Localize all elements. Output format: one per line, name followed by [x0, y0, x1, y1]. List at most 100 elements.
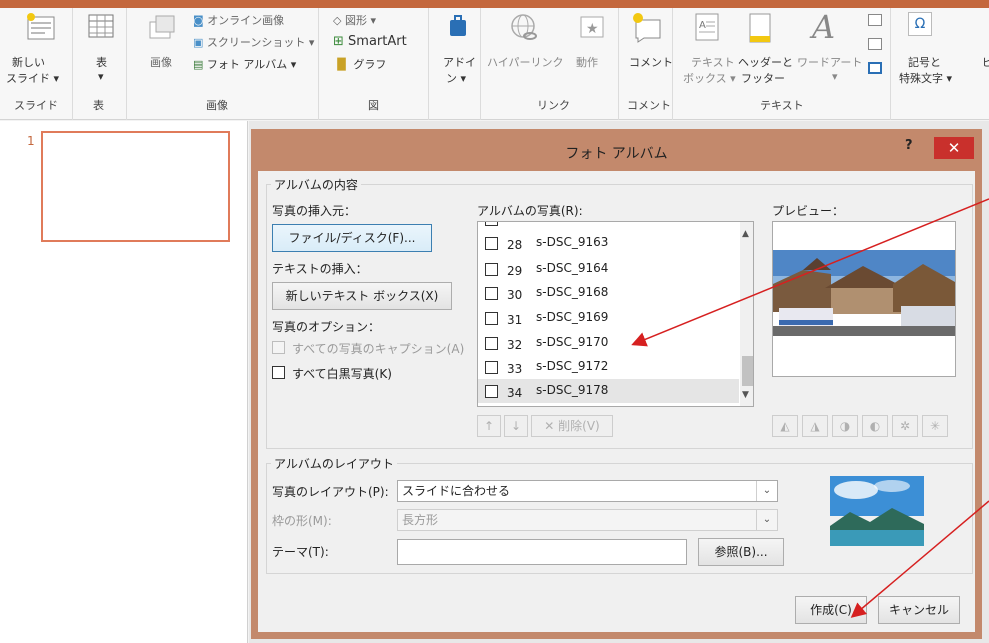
- list-item[interactable]: 30 s-DSC_9168: [478, 281, 739, 305]
- symbols-label-2: 特殊文字 ▾: [899, 72, 953, 85]
- scrollbar-thumb[interactable]: [742, 356, 753, 386]
- slide-thumbnail-1[interactable]: [41, 131, 230, 242]
- header-footer-label-1: ヘッダーと: [738, 56, 793, 69]
- help-button[interactable]: ?: [905, 138, 913, 153]
- photo-name: s-DSC_9170: [536, 335, 609, 349]
- group-label-slides: スライド: [14, 99, 58, 112]
- slide-number-icon[interactable]: [868, 38, 882, 50]
- screenshot-button[interactable]: ▣ スクリーンショット ▾: [193, 34, 314, 50]
- shapes-button[interactable]: ◇ 図形 ▾: [333, 12, 376, 28]
- brightness-down-button[interactable]: ✳: [922, 415, 948, 437]
- list-item[interactable]: 28 s-DSC_9163: [478, 231, 739, 255]
- photo-name: s-DSC_9169: [536, 310, 609, 324]
- theme-input[interactable]: [397, 539, 687, 565]
- dialog-body: アルバムの内容 写真の挿入元： ファイル/ディスク(F)... テキストの挿入：…: [258, 171, 975, 632]
- group-label-text: テキスト: [760, 99, 804, 112]
- album-photo-list[interactable]: 28 s-DSC_9163 29 s-DSC_9164 30 s-DSC_9168 3…: [477, 221, 754, 407]
- cut-off-label: ビ: [982, 56, 989, 69]
- scroll-down-icon[interactable]: ▼: [742, 390, 749, 400]
- file-disk-button[interactable]: ファイル/ディスク(F)...: [272, 224, 432, 252]
- black-white-checkbox[interactable]: [272, 366, 285, 379]
- pictures-in-album-label: アルバムの写真(R):: [477, 204, 583, 218]
- photo-checkbox[interactable]: [485, 385, 498, 398]
- screenshot-label: スクリーンショット ▾: [206, 36, 315, 49]
- photo-name: s-DSC_9163: [536, 235, 609, 249]
- preview-label: プレビュー：: [772, 204, 845, 218]
- addins-store-icon: [450, 15, 466, 36]
- ribbon: 新しい スライド ▾ 表 ▾ 画像 ◙ オンライン画像 ▣ スクリーンショット …: [0, 0, 989, 120]
- shapes-icon: ◇: [333, 14, 342, 27]
- action-star-icon: ★: [580, 16, 604, 38]
- captions-label: すべての写真のキャプション(A): [292, 342, 465, 356]
- list-item[interactable]: 29 s-DSC_9164: [478, 257, 739, 281]
- wordart-label-2: ▾: [832, 70, 838, 83]
- browse-button[interactable]: 参照(B)...: [698, 538, 784, 566]
- contrast-up-button[interactable]: ◑: [832, 415, 858, 437]
- photo-number: 30: [507, 288, 523, 302]
- photo-number: 34: [507, 386, 523, 400]
- album-content-legend: アルバムの内容: [271, 176, 361, 193]
- date-time-icon[interactable]: [868, 14, 882, 26]
- header-footer-icon: [749, 13, 771, 43]
- captions-checkbox[interactable]: [272, 341, 285, 354]
- scroll-up-icon[interactable]: ▲: [742, 229, 749, 239]
- remove-button[interactable]: ✕ 削除(V): [531, 415, 613, 437]
- insert-text-label: テキストの挿入：: [272, 262, 368, 276]
- new-textbox-button[interactable]: 新しいテキスト ボックス(X): [272, 282, 452, 310]
- photo-album-icon: ▤: [193, 58, 204, 71]
- station-photo-image: [773, 222, 955, 376]
- list-item-partial: [478, 222, 739, 231]
- move-down-button[interactable]: ↓: [504, 415, 528, 437]
- photo-checkbox[interactable]: [485, 237, 498, 250]
- action-label: 動作: [576, 56, 598, 69]
- picture-layout-select[interactable]: スライドに合わせる ⌄: [397, 480, 778, 502]
- graph-button[interactable]: ▐▌ グラフ: [333, 56, 386, 72]
- new-slide-label-2: スライド ▾: [6, 72, 60, 85]
- list-item[interactable]: 33 s-DSC_9172: [478, 355, 739, 379]
- group-label-links: リンク: [537, 99, 570, 112]
- photo-checkbox[interactable]: [485, 312, 498, 325]
- smartart-icon: ⊞: [333, 34, 344, 49]
- smartart-label: SmartArt: [348, 34, 407, 49]
- screenshot-icon: ▣: [193, 36, 204, 49]
- cancel-button[interactable]: キャンセル: [878, 596, 960, 624]
- brightness-up-button[interactable]: ✲: [892, 415, 918, 437]
- photo-checkbox[interactable]: [485, 263, 498, 276]
- layout-preview-image: [830, 476, 924, 546]
- photo-checkbox[interactable]: [485, 287, 498, 300]
- photo-checkbox[interactable]: [485, 337, 498, 350]
- insert-from-label: 写真の挿入元：: [272, 204, 357, 218]
- photo-checkbox[interactable]: [485, 361, 498, 374]
- list-item[interactable]: 32 s-DSC_9170: [478, 331, 739, 355]
- online-image-button[interactable]: ◙ オンライン画像: [193, 12, 284, 28]
- photo-checkbox[interactable]: [485, 222, 498, 226]
- frame-shape-select[interactable]: 長方形 ⌄: [397, 509, 778, 531]
- create-button[interactable]: 作成(C): [795, 596, 867, 624]
- smartart-button[interactable]: ⊞ SmartArt: [333, 34, 407, 49]
- list-item[interactable]: 31 s-DSC_9169: [478, 306, 739, 330]
- close-button[interactable]: ✕: [934, 137, 974, 159]
- object-icon[interactable]: [868, 62, 882, 74]
- frame-shape-value: 長方形: [402, 513, 439, 527]
- omega-icon: Ω: [908, 12, 932, 36]
- contrast-down-button[interactable]: ◐: [862, 415, 888, 437]
- close-icon: ✕: [947, 139, 961, 157]
- rotate-right-icon: ◮: [810, 419, 820, 433]
- move-up-button[interactable]: ↑: [477, 415, 501, 437]
- list-item-selected[interactable]: 34 s-DSC_9178: [478, 379, 739, 403]
- rotate-left-icon: ◭: [780, 419, 790, 433]
- rotate-left-button[interactable]: ◭: [772, 415, 798, 437]
- rotate-right-button[interactable]: ◮: [802, 415, 828, 437]
- addins-label-2: ン ▾: [446, 72, 467, 85]
- brightness-up-icon: ✲: [899, 419, 911, 433]
- group-label-illustrations: 図: [368, 99, 379, 112]
- photo-number: 32: [507, 338, 523, 352]
- photo-list-scrollbar[interactable]: ▲ ▼: [740, 222, 753, 406]
- table-dropdown: ▾: [98, 70, 104, 83]
- photo-album-button[interactable]: ▤ フォト アルバム ▾: [193, 56, 296, 72]
- image-icon: [149, 15, 175, 39]
- dialog-titlebar[interactable]: フォト アルバム ? ✕: [251, 129, 982, 171]
- group-label-images: 画像: [206, 99, 228, 112]
- photo-name: s-DSC_9168: [536, 285, 609, 299]
- table-icon: [88, 14, 114, 38]
